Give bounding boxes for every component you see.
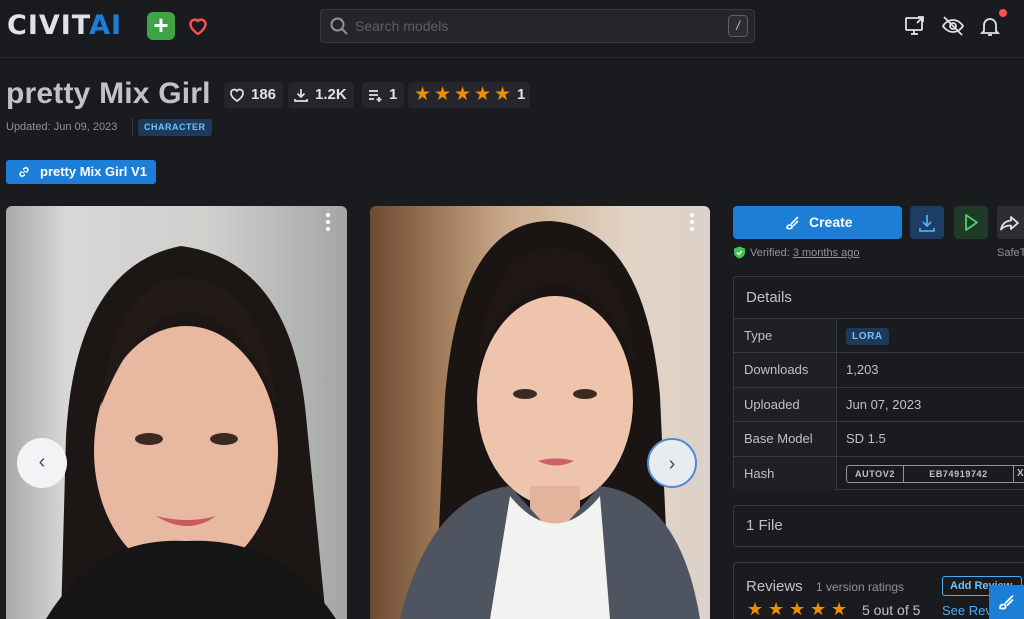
search-icon: [330, 17, 348, 35]
collections-count: 1: [389, 86, 398, 103]
star-icon: ★: [434, 84, 452, 105]
search-bar[interactable]: /: [320, 9, 755, 43]
search-shortcut-key: /: [728, 15, 748, 37]
download-button[interactable]: [910, 206, 944, 239]
star-icon: ★: [831, 599, 848, 619]
hash-value[interactable]: EB74919742: [904, 465, 1014, 482]
hash-type-selector[interactable]: AUTOV2: [847, 465, 904, 482]
eye-off-icon[interactable]: [941, 14, 965, 38]
star-icon: ★: [810, 599, 827, 619]
verified-label: Verified:: [750, 247, 790, 259]
rating-stars[interactable]: ★ ★ ★ ★ ★ 1: [408, 82, 530, 108]
civitai-logo[interactable]: CIVITAI: [7, 12, 122, 40]
logo-text-right: AI: [89, 10, 123, 41]
details-heading[interactable]: Details: [734, 277, 1024, 319]
details-key: Downloads: [734, 353, 837, 387]
details-key: Type: [734, 319, 837, 353]
likes-count: 186: [251, 86, 277, 103]
verified-status: Verified: 3 months ago: [733, 246, 859, 260]
details-value: 1,203: [846, 362, 879, 378]
page-title: pretty Mix Girl: [6, 77, 211, 110]
reviews-title: Reviews: [746, 578, 803, 595]
star-icon: ★: [474, 84, 492, 105]
download-icon: [294, 89, 308, 102]
version-label: pretty Mix Girl V1: [40, 164, 147, 179]
category-badge[interactable]: CHARACTER: [138, 119, 212, 136]
brush-icon: [999, 594, 1014, 610]
reviews-count: 1 version ratings: [816, 580, 905, 594]
star-icon: ★: [494, 84, 512, 105]
verified-time-link[interactable]: 3 months ago: [793, 247, 860, 259]
logo-text-left: CIVIT: [7, 10, 90, 41]
top-header: CIVITAI + /: [0, 0, 1024, 58]
preview-image-2[interactable]: [370, 206, 710, 619]
likes-stat[interactable]: 186: [224, 82, 284, 108]
collections-stat[interactable]: 1: [362, 82, 405, 108]
review-score: 5 out of 5: [862, 602, 921, 618]
share-button[interactable]: [997, 206, 1024, 239]
details-row-type: Type LORA: [734, 319, 1024, 354]
carousel-prev-button[interactable]: ‹: [17, 438, 67, 488]
link-icon: [19, 167, 29, 177]
monitor-upload-icon[interactable]: [903, 14, 927, 38]
safetensor-label: SafeT: [997, 247, 1024, 259]
plus-icon: +: [153, 10, 169, 40]
details-value: Jun 07, 2023: [846, 396, 922, 412]
version-tab[interactable]: pretty Mix Girl V1: [6, 160, 156, 184]
image-menu-icon[interactable]: [689, 213, 695, 233]
star-icon: ★: [768, 599, 785, 619]
star-icon: ★: [789, 599, 806, 619]
star-icon: ★: [747, 599, 764, 619]
create-button[interactable]: Create: [733, 206, 902, 239]
updated-date: Updated: Jun 09, 2023: [6, 121, 118, 133]
create-label: Create: [809, 214, 853, 230]
preview-image-1[interactable]: [6, 206, 347, 619]
notification-dot: [999, 9, 1007, 17]
details-key: Uploaded: [734, 387, 837, 422]
rating-count: 1: [517, 86, 526, 103]
brush-icon: [786, 216, 799, 230]
star-icon: ★: [454, 84, 472, 105]
chevron-left-icon: ‹: [38, 451, 46, 473]
shield-check-icon: [734, 246, 745, 259]
download-icon: [919, 215, 935, 232]
details-row-uploaded: Uploaded Jun 07, 2023: [734, 387, 1024, 423]
floating-create-button[interactable]: [989, 585, 1024, 619]
chevron-right-icon: ›: [668, 453, 676, 475]
hash-extra-icon[interactable]: X: [1017, 466, 1024, 482]
downloads-stat: 1.2K: [288, 82, 354, 108]
reviews-panel: Reviews 1 version ratings Add Review ★ ★…: [733, 562, 1024, 619]
details-key: Base Model: [734, 422, 837, 456]
downloads-count: 1.2K: [315, 86, 347, 103]
files-label: 1 File: [746, 517, 783, 534]
create-new-button[interactable]: +: [147, 12, 175, 40]
details-row-base-model: Base Model SD 1.5: [734, 422, 1024, 457]
type-badge: LORA: [846, 328, 889, 345]
files-panel[interactable]: 1 File: [733, 505, 1024, 547]
heart-icon[interactable]: [186, 14, 210, 38]
play-icon: [965, 214, 978, 231]
details-panel: Details Type LORA Downloads 1,203 Upload…: [733, 276, 1024, 491]
details-value: SD 1.5: [846, 431, 886, 447]
carousel-next-button[interactable]: ›: [647, 438, 697, 488]
details-row-downloads: Downloads 1,203: [734, 353, 1024, 388]
play-button[interactable]: [954, 206, 988, 239]
details-key: Hash: [734, 456, 837, 491]
portrait-image: [400, 221, 700, 619]
share-icon: [1000, 216, 1019, 231]
star-icon: ★: [414, 84, 432, 105]
divider: [132, 118, 133, 136]
hash-copy-box[interactable]: AUTOV2 EB74919742 X: [846, 464, 1024, 483]
portrait-image: [46, 246, 336, 619]
image-menu-icon[interactable]: [325, 213, 331, 233]
search-input[interactable]: [355, 16, 715, 36]
bell-icon[interactable]: [978, 14, 1002, 38]
details-row-hash: Hash AUTOV2 EB74919742 X: [734, 456, 1024, 491]
heart-outline-icon: [230, 88, 244, 102]
playlist-add-icon: [369, 90, 382, 102]
